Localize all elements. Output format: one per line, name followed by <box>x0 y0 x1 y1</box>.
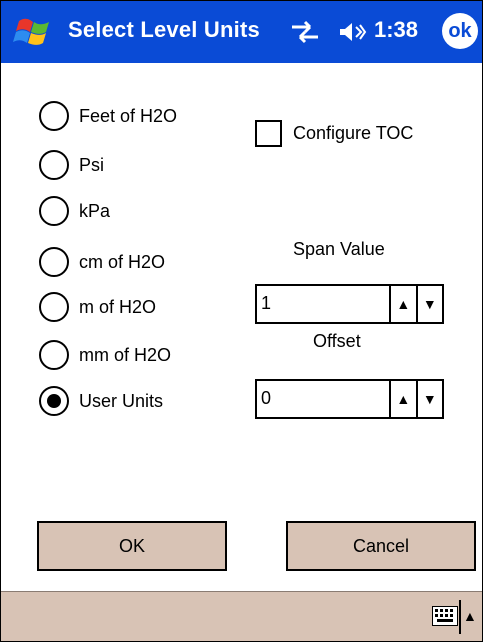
spinner-buttons: ▲ ▼ <box>389 286 442 322</box>
radio-label: kPa <box>79 200 111 221</box>
arrow-up-icon[interactable]: ▲ <box>391 381 418 417</box>
radio-mm-of-h2o[interactable]: mm of H2O <box>39 337 171 373</box>
arrow-down-icon[interactable]: ▼ <box>418 381 443 417</box>
title-bar: Select Level Units 1:38 ok <box>1 1 482 63</box>
radio-label: Psi <box>79 154 105 175</box>
title-ok-button[interactable]: ok <box>442 13 478 49</box>
radio-circle[interactable] <box>39 101 69 131</box>
arrow-up-icon[interactable]: ▲ <box>391 286 418 322</box>
ok-button[interactable]: OK <box>37 521 227 571</box>
radio-user-units[interactable]: User Units <box>39 383 163 419</box>
checkbox-label: Configure TOC <box>293 123 414 143</box>
arrow-down-icon[interactable]: ▼ <box>418 286 443 322</box>
start-menu-icon[interactable] <box>13 13 53 51</box>
radio-circle[interactable] <box>39 247 69 277</box>
radio-circle[interactable] <box>39 340 69 370</box>
span-value-input[interactable]: 1 <box>261 293 271 314</box>
keyboard-icon[interactable] <box>432 606 458 626</box>
spinner-buttons: ▲ ▼ <box>389 381 442 417</box>
span-value-spinner[interactable]: 1 ▲ ▼ <box>255 284 444 324</box>
clock[interactable]: 1:38 <box>374 17 418 43</box>
radio-psi[interactable]: Psi <box>39 147 104 183</box>
offset-input[interactable]: 0 <box>261 388 271 409</box>
cancel-button[interactable]: Cancel <box>286 521 476 571</box>
radio-cm-of-h2o[interactable]: cm of H2O <box>39 244 165 280</box>
radio-label: m of H2O <box>79 296 157 317</box>
radio-label: cm of H2O <box>79 251 166 272</box>
radio-feet-of-h2o[interactable]: Feet of H2O <box>39 98 177 134</box>
radio-label: Feet of H2O <box>79 105 178 126</box>
offset-label: Offset <box>313 331 361 351</box>
radio-kpa[interactable]: kPa <box>39 193 110 229</box>
window-title: Select Level Units <box>68 17 260 42</box>
checkbox-box[interactable] <box>255 120 282 147</box>
connectivity-icon[interactable] <box>288 18 322 46</box>
radio-circle[interactable] <box>39 292 69 322</box>
menu-bar: ▲ <box>1 591 482 641</box>
volume-icon[interactable] <box>337 19 367 45</box>
span-value-label: Span Value <box>293 239 385 259</box>
offset-spinner[interactable]: 0 ▲ ▼ <box>255 379 444 419</box>
input-menu-arrow-icon[interactable]: ▲ <box>463 608 477 624</box>
radio-label: User Units <box>79 390 164 411</box>
radio-circle[interactable] <box>39 150 69 180</box>
dialog-window: Select Level Units 1:38 ok Feet of H2O P… <box>0 0 483 642</box>
radio-circle-selected[interactable] <box>39 386 69 416</box>
divider <box>459 600 461 634</box>
radio-circle[interactable] <box>39 196 69 226</box>
radio-label: mm of H2O <box>79 344 172 365</box>
configure-toc-checkbox[interactable]: Configure TOC <box>255 120 413 147</box>
radio-m-of-h2o[interactable]: m of H2O <box>39 289 156 325</box>
